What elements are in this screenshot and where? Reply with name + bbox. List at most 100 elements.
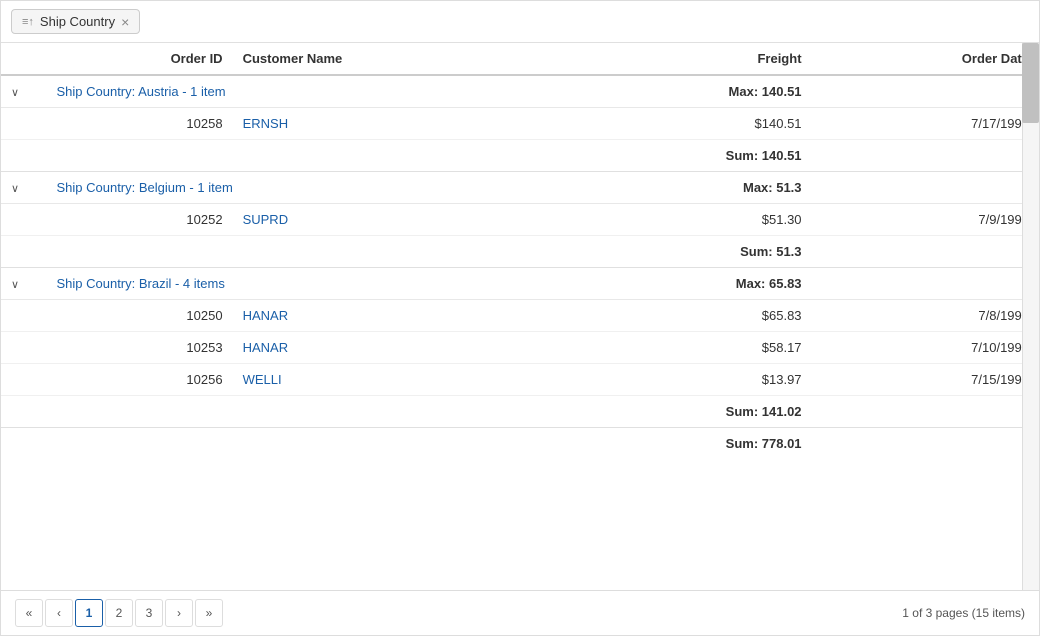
sum-freight-0: Sum: 140.51 [563, 140, 811, 172]
sum-orderid-1 [46, 236, 232, 268]
group-orderdate-2 [812, 268, 1039, 300]
group-label-2: Ship Country: Brazil - 4 items [46, 268, 563, 300]
row-orderdate-0-0: 7/17/1996 [812, 108, 1039, 140]
row-orderid-1-0: 10252 [46, 204, 232, 236]
page-last-button[interactable]: » [195, 599, 223, 627]
sum-orderdate-1 [812, 236, 1039, 268]
row-freight-1-0: $51.30 [563, 204, 811, 236]
row-expand-2-2 [1, 364, 46, 396]
group-freight-summary-2: Max: 65.83 [563, 268, 811, 300]
grandtotal-freight: Sum: 778.01 [563, 428, 811, 460]
data-row-2-0: 10250 HANAR $65.83 7/8/1996 [1, 300, 1039, 332]
group-freight-summary-1: Max: 51.3 [563, 172, 811, 204]
row-custname-2-2: WELLI [233, 364, 564, 396]
sum-custname-2 [233, 396, 564, 428]
header-custname: Customer Name [233, 43, 564, 75]
data-row-2-1: 10253 HANAR $58.17 7/10/1996 [1, 332, 1039, 364]
page-3-button[interactable]: 3 [135, 599, 163, 627]
page-container: ≡↑ Ship Country × Order ID Cust [0, 0, 1040, 636]
group-freight-summary-0: Max: 140.51 [563, 75, 811, 108]
scrollbar-track[interactable] [1022, 43, 1039, 590]
page-2-button[interactable]: 2 [105, 599, 133, 627]
table-body: ∨ Ship Country: Austria - 1 item Max: 14… [1, 75, 1039, 459]
sum-custname-0 [233, 140, 564, 172]
sum-orderid-2 [46, 396, 232, 428]
row-expand-0-0 [1, 108, 46, 140]
pagination-bar: « ‹ 1 2 3 › » 1 of 3 pages (15 items) [1, 590, 1039, 635]
scrollbar-thumb[interactable] [1022, 43, 1039, 123]
row-custname-2-1: HANAR [233, 332, 564, 364]
row-freight-2-2: $13.97 [563, 364, 811, 396]
grand-total-row: Sum: 778.01 [1, 428, 1039, 460]
sum-freight-1: Sum: 51.3 [563, 236, 811, 268]
chip-bar: ≡↑ Ship Country × [1, 1, 1039, 43]
chip-label: Ship Country [40, 14, 115, 29]
row-orderid-0-0: 10258 [46, 108, 232, 140]
group-chevron-cell-1[interactable]: ∨ [1, 172, 46, 204]
page-info: 1 of 3 pages (15 items) [902, 606, 1025, 620]
sum-row-2: Sum: 141.02 [1, 396, 1039, 428]
data-row-1-0: 10252 SUPRD $51.30 7/9/1996 [1, 204, 1039, 236]
group-chevron-2[interactable]: ∨ [11, 278, 19, 291]
page-next-button[interactable]: › [165, 599, 193, 627]
data-table: Order ID Customer Name Freight Order Dat… [1, 43, 1039, 459]
row-orderdate-2-0: 7/8/1996 [812, 300, 1039, 332]
row-expand-2-0 [1, 300, 46, 332]
grandtotal-custname [233, 428, 564, 460]
header-expand [1, 43, 46, 75]
row-orderid-2-0: 10250 [46, 300, 232, 332]
row-expand-1-0 [1, 204, 46, 236]
header-orderid: Order ID [46, 43, 232, 75]
sum-custname-1 [233, 236, 564, 268]
row-orderid-2-1: 10253 [46, 332, 232, 364]
row-orderdate-1-0: 7/9/1996 [812, 204, 1039, 236]
table-scroll[interactable]: Order ID Customer Name Freight Order Dat… [1, 43, 1039, 590]
grandtotal-orderid [46, 428, 232, 460]
sum-expand-2 [1, 396, 46, 428]
row-custname-0-0: ERNSH [233, 108, 564, 140]
group-chip[interactable]: ≡↑ Ship Country × [11, 9, 140, 34]
page-first-button[interactable]: « [15, 599, 43, 627]
sum-freight-2: Sum: 141.02 [563, 396, 811, 428]
sum-expand-0 [1, 140, 46, 172]
row-orderdate-2-2: 7/15/1996 [812, 364, 1039, 396]
chip-close-button[interactable]: × [121, 15, 129, 29]
page-nav: « ‹ 1 2 3 › » [15, 599, 223, 627]
group-header-2: ∨ Ship Country: Brazil - 4 items Max: 65… [1, 268, 1039, 300]
header-orderdate: Order Date [812, 43, 1039, 75]
row-orderid-2-2: 10256 [46, 364, 232, 396]
group-orderdate-0 [812, 75, 1039, 108]
grandtotal-expand [1, 428, 46, 460]
sum-orderdate-0 [812, 140, 1039, 172]
row-freight-0-0: $140.51 [563, 108, 811, 140]
row-custname-2-0: HANAR [233, 300, 564, 332]
group-header-1: ∨ Ship Country: Belgium - 1 item Max: 51… [1, 172, 1039, 204]
sum-orderid-0 [46, 140, 232, 172]
filter-icon: ≡↑ [22, 16, 34, 28]
data-row-0-0: 10258 ERNSH $140.51 7/17/1996 [1, 108, 1039, 140]
group-chevron-cell-2[interactable]: ∨ [1, 268, 46, 300]
row-freight-2-1: $58.17 [563, 332, 811, 364]
header-freight: Freight [563, 43, 811, 75]
row-freight-2-0: $65.83 [563, 300, 811, 332]
group-label-1: Ship Country: Belgium - 1 item [46, 172, 563, 204]
sum-row-1: Sum: 51.3 [1, 236, 1039, 268]
row-orderdate-2-1: 7/10/1996 [812, 332, 1039, 364]
group-chevron-cell-0[interactable]: ∨ [1, 75, 46, 108]
row-expand-2-1 [1, 332, 46, 364]
sum-row-0: Sum: 140.51 [1, 140, 1039, 172]
data-row-2-2: 10256 WELLI $13.97 7/15/1996 [1, 364, 1039, 396]
group-chevron-1[interactable]: ∨ [11, 182, 19, 195]
grandtotal-orderdate [812, 428, 1039, 460]
row-custname-1-0: SUPRD [233, 204, 564, 236]
page-prev-button[interactable]: ‹ [45, 599, 73, 627]
page-1-button[interactable]: 1 [75, 599, 103, 627]
group-header-0: ∨ Ship Country: Austria - 1 item Max: 14… [1, 75, 1039, 108]
group-chevron-0[interactable]: ∨ [11, 86, 19, 99]
group-orderdate-1 [812, 172, 1039, 204]
table-wrapper: Order ID Customer Name Freight Order Dat… [1, 43, 1039, 590]
sum-expand-1 [1, 236, 46, 268]
sum-orderdate-2 [812, 396, 1039, 428]
group-label-0: Ship Country: Austria - 1 item [46, 75, 563, 108]
table-header: Order ID Customer Name Freight Order Dat… [1, 43, 1039, 75]
